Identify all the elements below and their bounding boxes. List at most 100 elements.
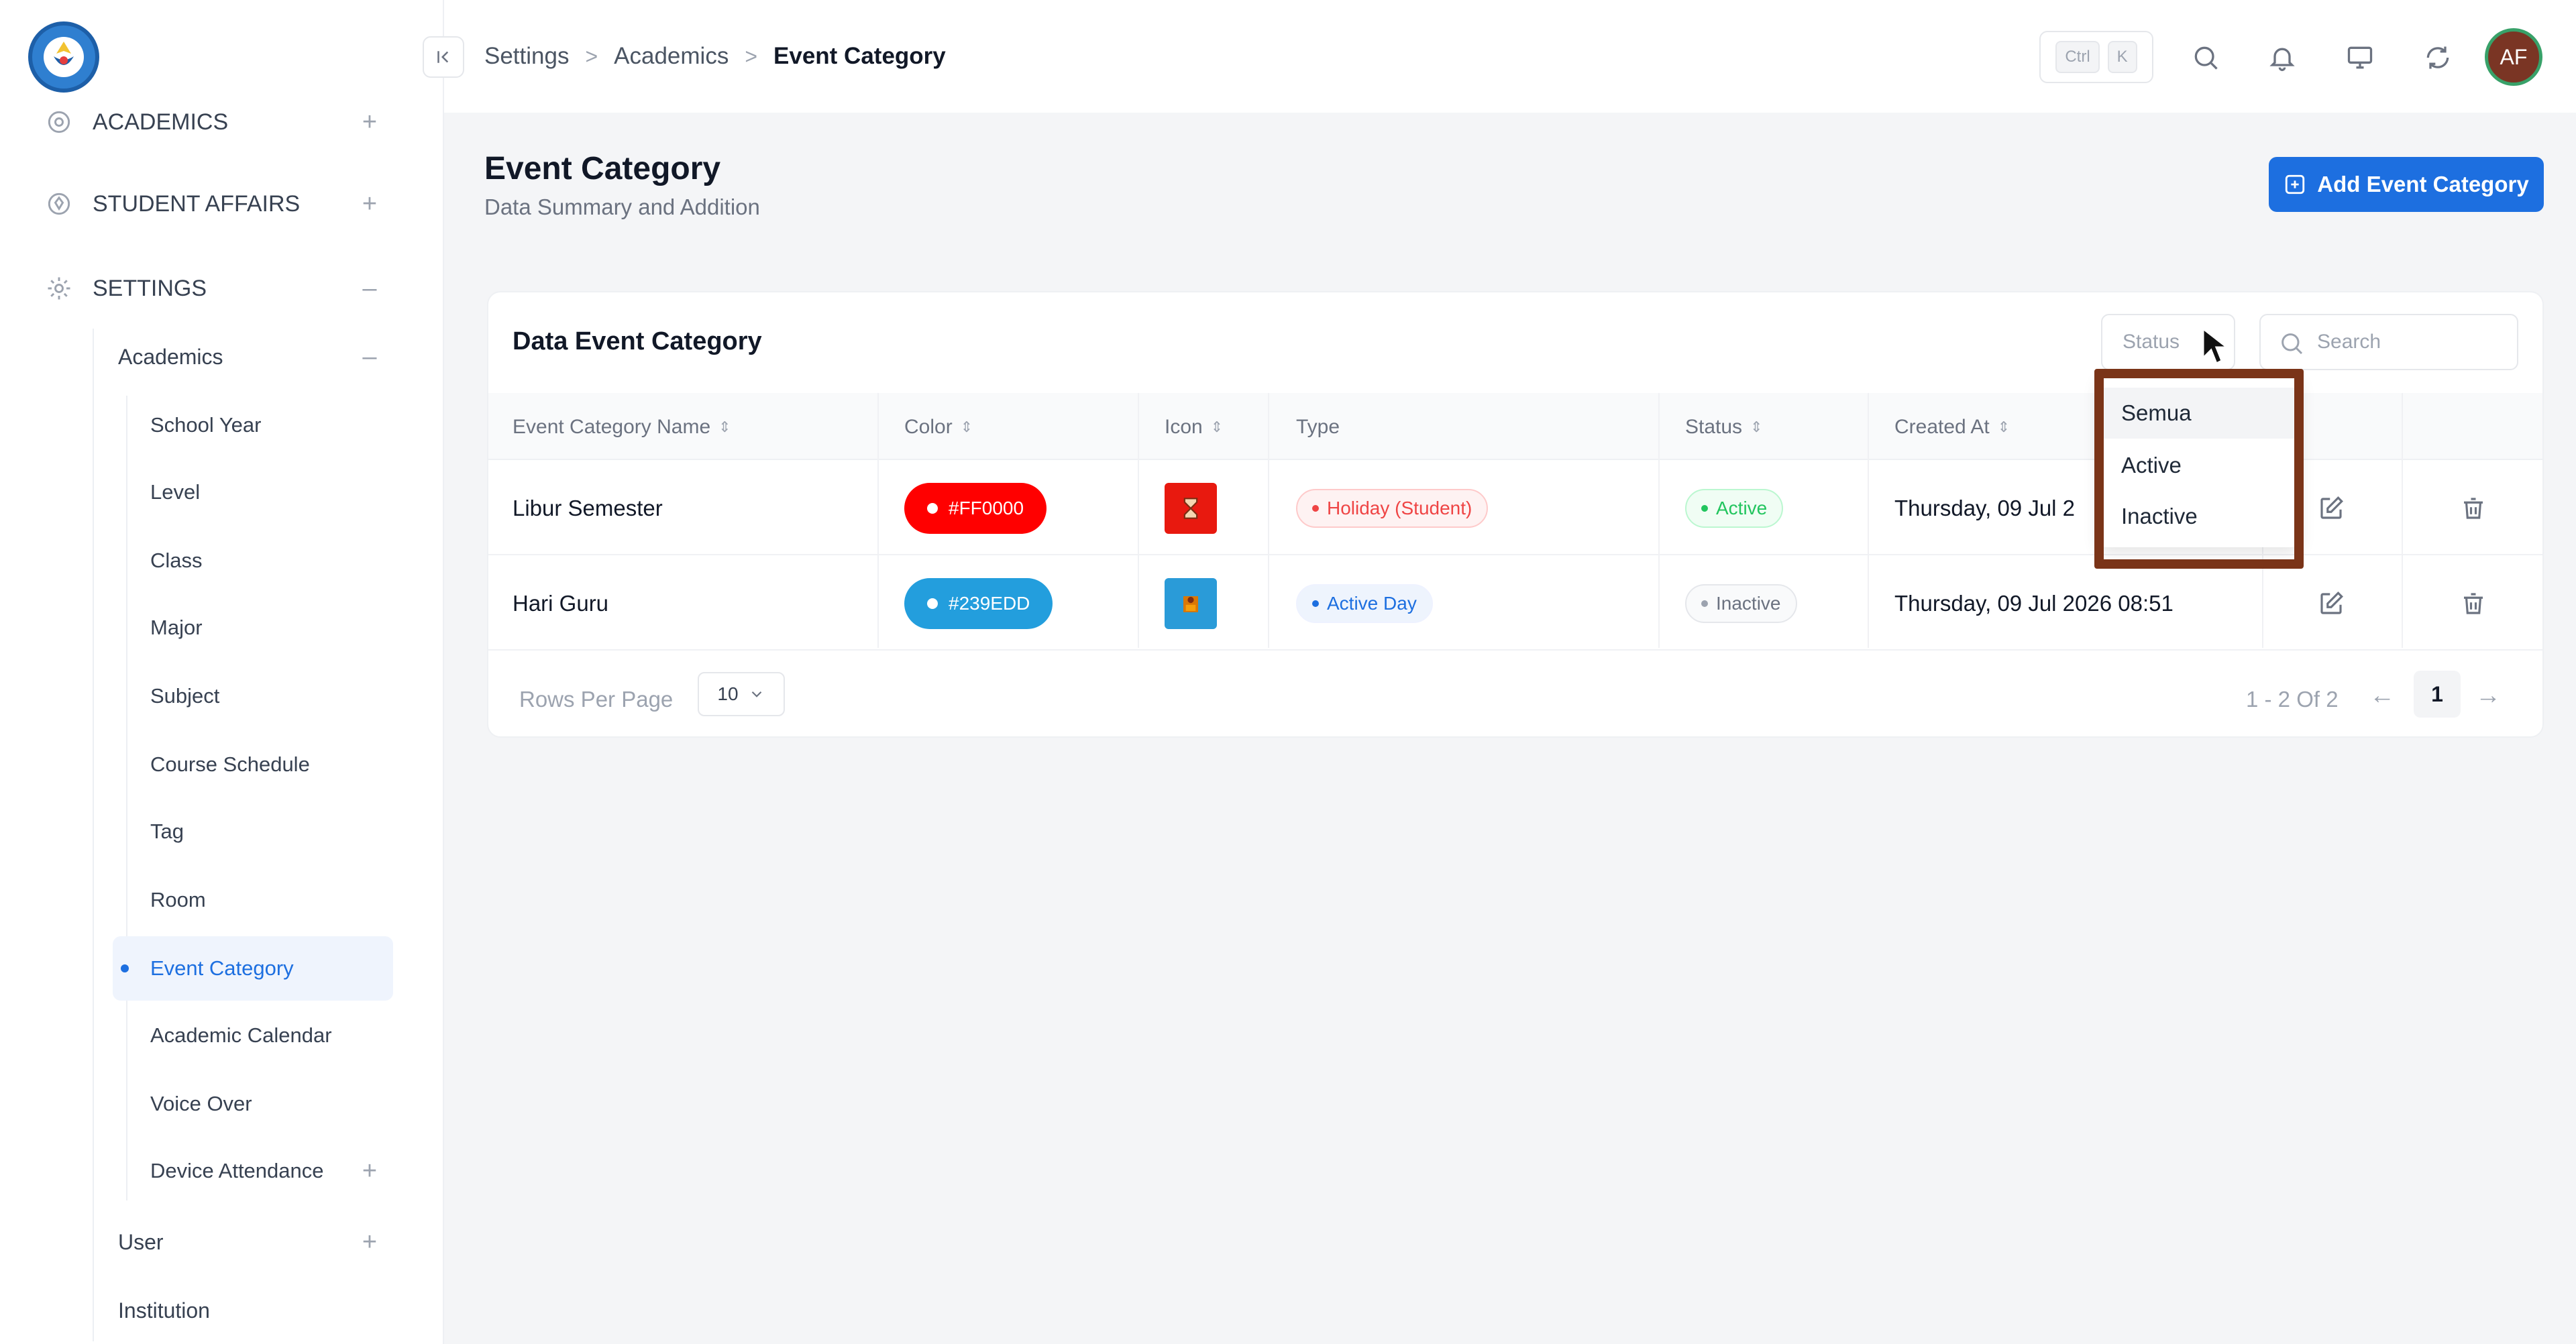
sidebar-item-tag[interactable]: Tag: [0, 798, 443, 865]
student-affairs-icon: [43, 188, 75, 220]
pagination-range: 1 - 2 Of 2: [2246, 687, 2339, 712]
dot: [1701, 505, 1708, 512]
sort-icon[interactable]: ⇕: [718, 418, 731, 436]
add-button-label: Add Event Category: [2317, 172, 2529, 197]
sidebar-item-label: Class: [150, 549, 203, 572]
sidebar-item-level[interactable]: Level: [0, 459, 443, 526]
sidebar-item-device-attendance[interactable]: Device Attendance +: [0, 1137, 443, 1205]
chevron-right-icon: >: [745, 44, 758, 68]
status-badge: Inactive: [1685, 584, 1797, 623]
k-key: K: [2107, 41, 2137, 73]
sidebar-item-user[interactable]: User +: [0, 1209, 443, 1276]
icon-cell: [1165, 557, 1217, 651]
search-input[interactable]: [2317, 331, 2505, 353]
status-cell: Inactive: [1685, 557, 1797, 651]
sort-icon[interactable]: ⇕: [961, 418, 973, 436]
command-palette-shortcut[interactable]: Ctrl K: [2039, 31, 2153, 83]
sidebar-item-institution[interactable]: Institution: [0, 1277, 443, 1344]
sidebar-item-subject[interactable]: Subject: [0, 663, 443, 730]
type-cell: Active Day: [1296, 557, 1433, 651]
event-category-icon: [1165, 483, 1217, 534]
column-header-name[interactable]: Event Category Name ⇕: [513, 416, 731, 439]
sidebar-item-academic-calendar[interactable]: Academic Calendar: [0, 1002, 443, 1069]
sidebar-item-class[interactable]: Class: [0, 527, 443, 594]
sidebar-item-course-schedule[interactable]: Course Schedule: [0, 731, 443, 798]
status-cell: Active: [1685, 461, 1784, 555]
created-at: Thursday, 09 Jul 2026 08:51: [1894, 591, 2174, 616]
color-hex: #239EDD: [949, 593, 1030, 614]
sidebar-item-settings[interactable]: SETTINGS –: [0, 255, 443, 322]
breadcrumb-settings[interactable]: Settings: [484, 43, 569, 70]
sidebar-item-label: Device Attendance: [150, 1159, 324, 1182]
sidebar-item-academics-settings[interactable]: Academics –: [0, 323, 443, 390]
search-icon: [2282, 333, 2303, 355]
search-icon[interactable]: [2187, 39, 2224, 76]
expand-icon[interactable]: +: [360, 1228, 380, 1257]
page-number-button[interactable]: 1: [2414, 671, 2461, 718]
trash-icon[interactable]: [2459, 557, 2487, 651]
column-header-created-at[interactable]: Created At ⇕: [1894, 416, 2010, 439]
monitor-icon[interactable]: [2341, 39, 2379, 76]
next-page-icon[interactable]: →: [2475, 681, 2501, 710]
column-header-status[interactable]: Status ⇕: [1685, 416, 1763, 439]
sidebar-item-room[interactable]: Room: [0, 866, 443, 934]
column-header-color[interactable]: Color ⇕: [904, 416, 973, 439]
status-badge: Active: [1685, 489, 1784, 528]
expand-icon[interactable]: +: [360, 1157, 380, 1186]
add-event-category-button[interactable]: Add Event Category: [2269, 157, 2544, 212]
trash-icon[interactable]: [2459, 461, 2487, 555]
table-row: Hari Guru #239EDD Active Day Inactive Th: [488, 557, 2542, 651]
avatar[interactable]: AF: [2485, 28, 2542, 86]
sidebar: ACADEMICS + STUDENT AFFAIRS + SETTINGS –…: [0, 0, 444, 1344]
active-dot: [121, 964, 129, 972]
rows-per-page-label: Rows Per Page: [519, 687, 674, 712]
sort-icon[interactable]: ⇕: [1998, 418, 2010, 436]
sidebar-item-label: School Year: [150, 413, 262, 437]
prev-page-icon[interactable]: ←: [2369, 681, 2395, 710]
sidebar-item-voice-over[interactable]: Voice Over: [0, 1070, 443, 1137]
plus-square-icon: [2286, 174, 2305, 194]
collapse-sidebar-button[interactable]: [423, 36, 464, 78]
collapse-icon[interactable]: –: [360, 343, 380, 372]
bell-icon[interactable]: [2263, 39, 2301, 76]
type-label: Active Day: [1327, 593, 1417, 614]
sidebar-item-label: Academic Calendar: [150, 1023, 332, 1047]
dot: [1701, 600, 1708, 607]
edit-icon[interactable]: [2317, 557, 2345, 651]
teacher-icon: [1183, 596, 1198, 612]
sidebar-item-label: Subject: [150, 684, 220, 708]
chevron-left-bar-icon: [437, 51, 449, 63]
sidebar-item-student-affairs[interactable]: STUDENT AFFAIRS +: [0, 170, 443, 237]
rows-per-page-select[interactable]: 10: [698, 672, 785, 716]
dot: [927, 503, 938, 514]
search-field[interactable]: [2259, 314, 2518, 370]
breadcrumb-current: Event Category: [773, 43, 946, 69]
sidebar-item-school-year[interactable]: School Year: [0, 392, 443, 459]
school-logo[interactable]: [28, 21, 99, 93]
expand-icon[interactable]: +: [360, 108, 380, 137]
sort-icon[interactable]: ⇕: [1750, 418, 1762, 436]
created-at: Thursday, 09 Jul 2: [1894, 496, 2076, 520]
chevron-right-icon: >: [585, 44, 598, 68]
ctrl-key: Ctrl: [2055, 41, 2100, 73]
column-header-label: Icon: [1165, 416, 1203, 438]
refresh-icon[interactable]: [2419, 39, 2457, 76]
gear-icon: [43, 272, 75, 304]
sort-icon[interactable]: ⇕: [1211, 418, 1223, 436]
sidebar-item-label: Course Schedule: [150, 752, 310, 776]
sidebar-item-academics[interactable]: ACADEMICS +: [0, 89, 443, 156]
sidebar-item-event-category[interactable]: Event Category: [0, 935, 443, 1002]
dot: [927, 598, 938, 609]
collapse-icon[interactable]: –: [360, 274, 380, 303]
status-filter-label: Status: [2123, 331, 2180, 353]
category-name: Libur Semester: [513, 496, 663, 520]
edit-icon[interactable]: [2317, 461, 2345, 555]
sidebar-item-major[interactable]: Major: [0, 594, 443, 661]
breadcrumb-academics[interactable]: Academics: [614, 43, 729, 70]
column-header-icon[interactable]: Icon ⇕: [1165, 416, 1223, 439]
expand-icon[interactable]: +: [360, 190, 380, 219]
column-header-label: Event Category Name: [513, 416, 711, 438]
emblem-icon: [44, 37, 84, 77]
card-title: Data Event Category: [513, 327, 762, 355]
color-cell: #239EDD: [904, 557, 1053, 651]
